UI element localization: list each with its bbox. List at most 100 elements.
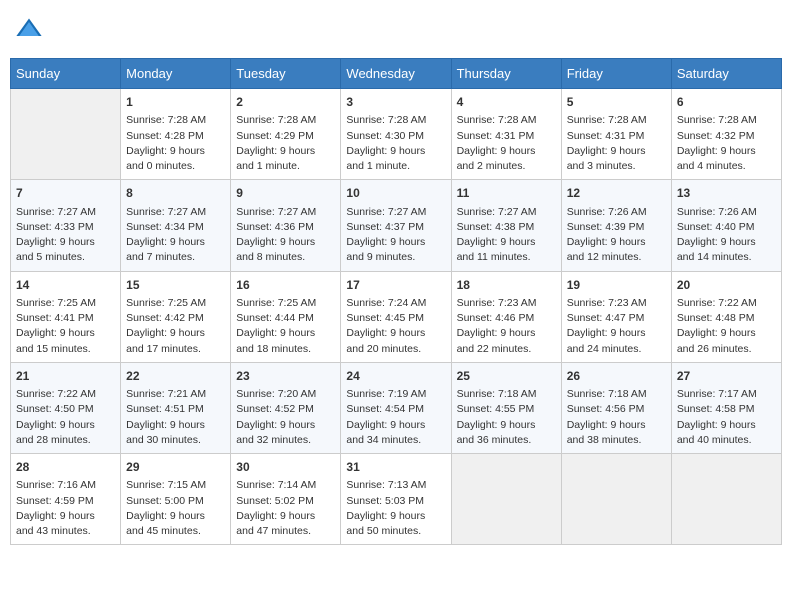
day-number: 10	[346, 185, 445, 202]
day-cell: 6 Sunrise: 7:28 AMSunset: 4:32 PMDaylight…	[671, 89, 781, 180]
day-number: 7	[16, 185, 115, 202]
day-info: Sunrise: 7:15 AMSunset: 5:00 PMDaylight:…	[126, 478, 225, 539]
day-info: Sunrise: 7:28 AMSunset: 4:29 PMDaylight:…	[236, 113, 335, 174]
day-number: 13	[677, 185, 776, 202]
day-number: 6	[677, 94, 776, 111]
day-cell: 1 Sunrise: 7:28 AMSunset: 4:28 PMDaylight…	[121, 89, 231, 180]
day-number: 26	[567, 368, 666, 385]
day-info: Sunrise: 7:16 AMSunset: 4:59 PMDaylight:…	[16, 478, 115, 539]
day-number: 24	[346, 368, 445, 385]
day-info: Sunrise: 7:27 AMSunset: 4:34 PMDaylight:…	[126, 205, 225, 266]
day-cell: 19 Sunrise: 7:23 AMSunset: 4:47 PMDayligh…	[561, 271, 671, 362]
day-cell: 5 Sunrise: 7:28 AMSunset: 4:31 PMDaylight…	[561, 89, 671, 180]
day-info: Sunrise: 7:23 AMSunset: 4:47 PMDaylight:…	[567, 296, 666, 357]
day-cell: 21 Sunrise: 7:22 AMSunset: 4:50 PMDayligh…	[11, 362, 121, 453]
day-info: Sunrise: 7:24 AMSunset: 4:45 PMDaylight:…	[346, 296, 445, 357]
day-cell: 18Sunrise: 7:23 AMSunset: 4:46 PMDayligh…	[451, 271, 561, 362]
day-info: Sunrise: 7:21 AMSunset: 4:51 PMDaylight:…	[126, 387, 225, 448]
header-row: SundayMondayTuesdayWednesdayThursdayFrid…	[11, 59, 782, 89]
header-cell-friday: Friday	[561, 59, 671, 89]
day-number: 21	[16, 368, 115, 385]
day-cell: 14Sunrise: 7:25 AMSunset: 4:41 PMDayligh…	[11, 271, 121, 362]
day-info: Sunrise: 7:27 AMSunset: 4:37 PMDaylight:…	[346, 205, 445, 266]
calendar-table: SundayMondayTuesdayWednesdayThursdayFrid…	[10, 58, 782, 545]
day-number: 20	[677, 277, 776, 294]
day-number: 27	[677, 368, 776, 385]
day-cell: 27Sunrise: 7:17 AMSunset: 4:58 PMDayligh…	[671, 362, 781, 453]
day-number: 19	[567, 277, 666, 294]
header-cell-sunday: Sunday	[11, 59, 121, 89]
day-cell: 30 Sunrise: 7:14 AMSunset: 5:02 PMDayligh…	[231, 454, 341, 545]
day-cell	[451, 454, 561, 545]
day-cell: 2 Sunrise: 7:28 AMSunset: 4:29 PMDaylight…	[231, 89, 341, 180]
week-row-2: 14Sunrise: 7:25 AMSunset: 4:41 PMDayligh…	[11, 271, 782, 362]
header-cell-saturday: Saturday	[671, 59, 781, 89]
day-cell: 29 Sunrise: 7:15 AMSunset: 5:00 PMDayligh…	[121, 454, 231, 545]
day-number: 14	[16, 277, 115, 294]
day-cell	[11, 89, 121, 180]
day-number: 17	[346, 277, 445, 294]
week-row-1: 7 Sunrise: 7:27 AMSunset: 4:33 PMDaylight…	[11, 180, 782, 271]
day-number: 4	[457, 94, 556, 111]
day-number: 23	[236, 368, 335, 385]
day-number: 11	[457, 185, 556, 202]
day-cell: 15 Sunrise: 7:25 AMSunset: 4:42 PMDayligh…	[121, 271, 231, 362]
day-number: 31	[346, 459, 445, 476]
day-number: 3	[346, 94, 445, 111]
header-cell-thursday: Thursday	[451, 59, 561, 89]
day-info: Sunrise: 7:27 AMSunset: 4:33 PMDaylight:…	[16, 205, 115, 266]
day-number: 8	[126, 185, 225, 202]
day-info: Sunrise: 7:18 AMSunset: 4:55 PMDaylight:…	[457, 387, 556, 448]
week-row-0: 1 Sunrise: 7:28 AMSunset: 4:28 PMDaylight…	[11, 89, 782, 180]
day-cell: 13 Sunrise: 7:26 AMSunset: 4:40 PMDayligh…	[671, 180, 781, 271]
calendar-body: 1 Sunrise: 7:28 AMSunset: 4:28 PMDaylight…	[11, 89, 782, 545]
day-info: Sunrise: 7:28 AMSunset: 4:32 PMDaylight:…	[677, 113, 776, 174]
day-number: 22	[126, 368, 225, 385]
day-cell: 23 Sunrise: 7:20 AMSunset: 4:52 PMDayligh…	[231, 362, 341, 453]
header-cell-tuesday: Tuesday	[231, 59, 341, 89]
day-info: Sunrise: 7:13 AMSunset: 5:03 PMDaylight:…	[346, 478, 445, 539]
day-cell: 20 Sunrise: 7:22 AMSunset: 4:48 PMDayligh…	[671, 271, 781, 362]
day-number: 1	[126, 94, 225, 111]
day-number: 5	[567, 94, 666, 111]
day-cell: 8 Sunrise: 7:27 AMSunset: 4:34 PMDaylight…	[121, 180, 231, 271]
day-info: Sunrise: 7:18 AMSunset: 4:56 PMDaylight:…	[567, 387, 666, 448]
day-number: 25	[457, 368, 556, 385]
day-cell: 22 Sunrise: 7:21 AMSunset: 4:51 PMDayligh…	[121, 362, 231, 453]
day-cell: 11Sunrise: 7:27 AMSunset: 4:38 PMDayligh…	[451, 180, 561, 271]
day-number: 15	[126, 277, 225, 294]
day-cell: 12Sunrise: 7:26 AMSunset: 4:39 PMDayligh…	[561, 180, 671, 271]
day-cell: 10 Sunrise: 7:27 AMSunset: 4:37 PMDayligh…	[341, 180, 451, 271]
day-info: Sunrise: 7:28 AMSunset: 4:28 PMDaylight:…	[126, 113, 225, 174]
day-cell: 3 Sunrise: 7:28 AMSunset: 4:30 PMDaylight…	[341, 89, 451, 180]
day-number: 30	[236, 459, 335, 476]
day-info: Sunrise: 7:25 AMSunset: 4:44 PMDaylight:…	[236, 296, 335, 357]
day-cell: 9Sunrise: 7:27 AMSunset: 4:36 PMDaylight…	[231, 180, 341, 271]
day-cell: 25 Sunrise: 7:18 AMSunset: 4:55 PMDayligh…	[451, 362, 561, 453]
day-info: Sunrise: 7:25 AMSunset: 4:42 PMDaylight:…	[126, 296, 225, 357]
day-info: Sunrise: 7:28 AMSunset: 4:31 PMDaylight:…	[457, 113, 556, 174]
day-cell: 31 Sunrise: 7:13 AMSunset: 5:03 PMDayligh…	[341, 454, 451, 545]
day-number: 28	[16, 459, 115, 476]
day-info: Sunrise: 7:22 AMSunset: 4:50 PMDaylight:…	[16, 387, 115, 448]
day-cell: 26 Sunrise: 7:18 AMSunset: 4:56 PMDayligh…	[561, 362, 671, 453]
day-info: Sunrise: 7:26 AMSunset: 4:39 PMDaylight:…	[567, 205, 666, 266]
logo	[15, 15, 47, 43]
logo-icon	[15, 15, 43, 43]
day-info: Sunrise: 7:20 AMSunset: 4:52 PMDaylight:…	[236, 387, 335, 448]
day-number: 29	[126, 459, 225, 476]
day-cell: 24 Sunrise: 7:19 AMSunset: 4:54 PMDayligh…	[341, 362, 451, 453]
day-cell: 16Sunrise: 7:25 AMSunset: 4:44 PMDayligh…	[231, 271, 341, 362]
calendar-header: SundayMondayTuesdayWednesdayThursdayFrid…	[11, 59, 782, 89]
day-number: 2	[236, 94, 335, 111]
day-info: Sunrise: 7:26 AMSunset: 4:40 PMDaylight:…	[677, 205, 776, 266]
day-info: Sunrise: 7:22 AMSunset: 4:48 PMDaylight:…	[677, 296, 776, 357]
header-cell-wednesday: Wednesday	[341, 59, 451, 89]
day-info: Sunrise: 7:28 AMSunset: 4:31 PMDaylight:…	[567, 113, 666, 174]
day-info: Sunrise: 7:19 AMSunset: 4:54 PMDaylight:…	[346, 387, 445, 448]
week-row-4: 28 Sunrise: 7:16 AMSunset: 4:59 PMDayligh…	[11, 454, 782, 545]
day-info: Sunrise: 7:28 AMSunset: 4:30 PMDaylight:…	[346, 113, 445, 174]
week-row-3: 21 Sunrise: 7:22 AMSunset: 4:50 PMDayligh…	[11, 362, 782, 453]
day-info: Sunrise: 7:14 AMSunset: 5:02 PMDaylight:…	[236, 478, 335, 539]
day-cell	[671, 454, 781, 545]
